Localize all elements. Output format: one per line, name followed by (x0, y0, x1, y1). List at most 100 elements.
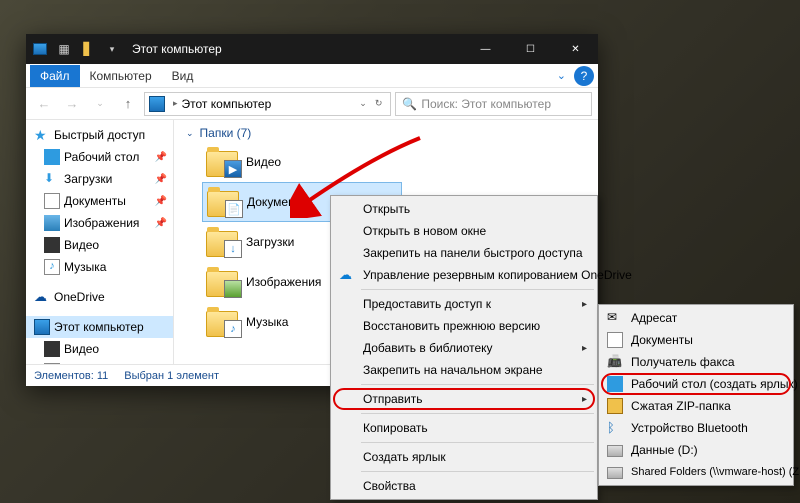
search-input[interactable]: 🔍 Поиск: Этот компьютер (395, 92, 592, 116)
search-icon: 🔍 (402, 97, 417, 111)
document-icon (44, 193, 60, 209)
ctx-properties[interactable]: Свойства (333, 475, 595, 497)
maximize-button[interactable]: ☐ (508, 34, 553, 64)
pictures-overlay-icon (224, 280, 242, 298)
nav-item-desktop[interactable]: Рабочий стол📌 (26, 146, 173, 168)
nav-item-documents[interactable]: Документы📌 (26, 190, 173, 212)
sendto-fax[interactable]: 📠Получатель факса (601, 351, 791, 373)
back-button[interactable]: ← (32, 92, 56, 116)
group-header-folders[interactable]: ⌄ Папки (7) (174, 124, 598, 142)
nav-label: Документы (64, 194, 126, 208)
document-icon (44, 363, 60, 364)
nav-item-downloads[interactable]: ⬇Загрузки📌 (26, 168, 173, 190)
nav-label: Загрузки (64, 172, 112, 186)
download-overlay-icon: ↓ (224, 240, 242, 258)
nav-item-videos[interactable]: Видео (26, 234, 173, 256)
document-icon (607, 332, 623, 348)
up-button[interactable]: ↑ (116, 92, 140, 116)
ctx-restore-previous[interactable]: Восстановить прежнюю версию (333, 315, 595, 337)
pictures-icon (44, 215, 60, 231)
folder-label: Загрузки (246, 235, 294, 249)
close-button[interactable]: ✕ (553, 34, 598, 64)
folder-icon: ↓ (206, 227, 240, 257)
download-icon: ⬇ (44, 171, 60, 187)
cloud-icon: ☁ (34, 289, 50, 305)
folder-icon: 📄 (207, 187, 241, 217)
nav-label: Изображения (64, 216, 139, 230)
chevron-right-icon: ▸ (582, 299, 587, 310)
sendto-drive-d[interactable]: Данные (D:) (601, 439, 791, 461)
refresh-button[interactable]: ↻ (371, 98, 387, 109)
desktop-icon (44, 149, 60, 165)
titlebar[interactable]: ▦ ▋ ▾ Этот компьютер — ☐ ✕ (26, 34, 598, 64)
sendto-bluetooth[interactable]: ᛒУстройство Bluetooth (601, 417, 791, 439)
chevron-right-icon[interactable]: ▸ (169, 98, 182, 109)
properties-icon[interactable]: ▦ (56, 41, 72, 57)
chevron-right-icon: ▸ (582, 394, 587, 405)
folder-icon (206, 267, 240, 297)
minimize-button[interactable]: — (463, 34, 508, 64)
folder-icon: ▶ (206, 147, 240, 177)
ctx-onedrive-backup[interactable]: ☁Управление резервным копированием OneDr… (333, 264, 595, 286)
breadcrumb-location[interactable]: Этот компьютер (182, 97, 272, 111)
ctx-create-shortcut[interactable]: Создать ярлык (333, 446, 595, 468)
ctx-share-access[interactable]: Предоставить доступ к▸ (333, 293, 595, 315)
recent-dropdown[interactable]: ⌄ (88, 92, 112, 116)
tab-file[interactable]: Файл (30, 65, 80, 87)
pc-icon (149, 96, 165, 112)
sendto-recipient[interactable]: ✉Адресат (601, 307, 791, 329)
ctx-add-library[interactable]: Добавить в библиотеку▸ (333, 337, 595, 359)
sendto-drive-z[interactable]: Shared Folders (\\vmware-host) (Z:) (601, 461, 791, 483)
desktop-icon (607, 376, 623, 392)
bluetooth-icon: ᛒ (607, 420, 623, 436)
music-icon: ♪ (44, 259, 60, 275)
chevron-right-icon: ▸ (582, 343, 587, 354)
drive-icon (607, 445, 623, 457)
nav-label: Музыка (64, 260, 106, 274)
new-folder-icon[interactable]: ▋ (80, 41, 96, 57)
nav-this-pc[interactable]: Этот компьютер (26, 316, 173, 338)
sendto-submenu: ✉Адресат Документы 📠Получатель факса Раб… (598, 304, 794, 486)
navigation-pane[interactable]: ★ Быстрый доступ Рабочий стол📌 ⬇ Загрузки… (26, 120, 174, 364)
ctx-send-to[interactable]: Отправить▸ (333, 388, 595, 410)
drive-icon (607, 467, 623, 479)
address-box[interactable]: ▸ Этот компьютер ⌄ ↻ (144, 92, 391, 116)
nav-quick-access[interactable]: ★ Быстрый доступ (26, 124, 173, 146)
separator (361, 442, 594, 443)
nav-onedrive[interactable]: ☁OneDrive (26, 286, 173, 308)
qat-dropdown-icon[interactable]: ▾ (104, 41, 120, 57)
ctx-pin-quick-access[interactable]: Закрепить на панели быстрого доступа (333, 242, 595, 264)
zip-icon (607, 398, 623, 414)
sendto-zip[interactable]: Сжатая ZIP-папка (601, 395, 791, 417)
sendto-desktop-shortcut[interactable]: Рабочий стол (создать ярлык) (601, 373, 791, 395)
nav-label: Видео (64, 342, 99, 356)
chevron-down-icon[interactable]: ⌄ (355, 98, 371, 109)
help-button[interactable]: ? (574, 66, 594, 86)
ribbon-tabs: Файл Компьютер Вид ⌄ ? (26, 64, 598, 88)
ctx-copy[interactable]: Копировать (333, 417, 595, 439)
nav-item-music[interactable]: ♪ Музыка (26, 256, 173, 278)
ctx-open[interactable]: Открыть (333, 198, 595, 220)
ctx-pin-start[interactable]: Закрепить на начальном экране (333, 359, 595, 381)
folder-label: Документы (247, 195, 309, 209)
star-icon: ★ (34, 127, 50, 143)
expand-ribbon-icon[interactable]: ⌄ (557, 69, 570, 82)
cloud-icon: ☁ (339, 267, 355, 283)
nav-label: Быстрый доступ (54, 128, 145, 142)
music-overlay-icon: ♪ (224, 320, 242, 338)
tab-computer[interactable]: Компьютер (80, 65, 162, 87)
nav-pc-videos[interactable]: Видео (26, 338, 173, 360)
fax-icon: 📠 (607, 354, 623, 370)
nav-item-pictures[interactable]: Изображения📌 (26, 212, 173, 234)
mail-icon: ✉ (607, 310, 623, 326)
separator (361, 384, 594, 385)
tab-view[interactable]: Вид (162, 65, 204, 87)
nav-pc-documents[interactable]: Документы (26, 360, 173, 364)
folder-videos[interactable]: ▶ Видео (202, 142, 402, 182)
document-overlay-icon: 📄 (225, 200, 243, 218)
ctx-open-new-window[interactable]: Открыть в новом окне (333, 220, 595, 242)
folder-label: Музыка (246, 315, 288, 329)
pc-icon (34, 319, 50, 335)
forward-button[interactable]: → (60, 92, 84, 116)
sendto-documents[interactable]: Документы (601, 329, 791, 351)
